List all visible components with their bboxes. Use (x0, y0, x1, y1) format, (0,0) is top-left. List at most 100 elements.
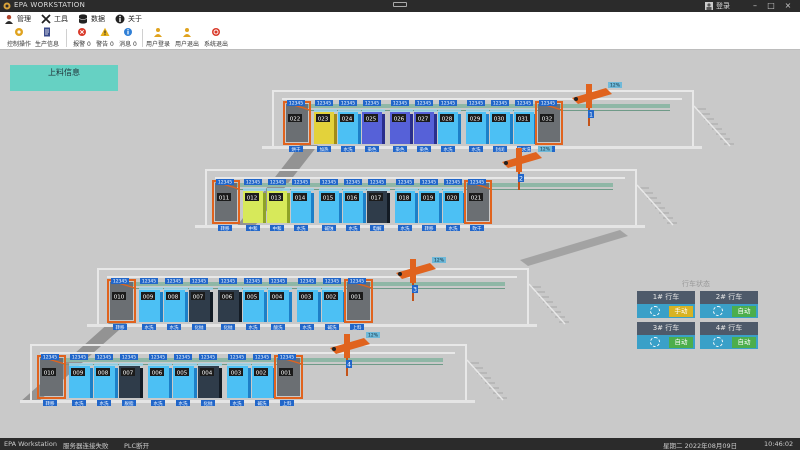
tank-label: 中和 (273, 225, 282, 232)
tank-010[interactable]: 010 12345 转移 (107, 278, 136, 331)
crane-3[interactable]: 3 12% (396, 257, 446, 301)
crane-3-indicator-icon (650, 337, 660, 347)
tank-side (219, 368, 222, 398)
menu-about-label: 关于 (128, 15, 142, 23)
tank-value-text: 12345 (122, 355, 136, 361)
crane-4-label: 4# 行车 (700, 322, 758, 335)
title-grip-handle[interactable] (393, 2, 407, 7)
stair-handrail (466, 359, 504, 401)
tank-label: 吹干 (473, 225, 482, 232)
system-exit-button[interactable]: 系统退出 (203, 27, 229, 48)
close-button[interactable]: × (781, 0, 795, 12)
tank-label: 水洗 (401, 225, 410, 232)
menu-manage[interactable]: 管理 (4, 14, 31, 24)
tank-label: 水洗 (170, 324, 179, 331)
tank-label: 水洗 (444, 146, 453, 153)
tank-value-text: 12345 (350, 279, 364, 285)
tank-value-text: 12345 (422, 180, 436, 186)
tank-top (466, 109, 489, 112)
user-login-button[interactable]: 用户登录 (145, 27, 171, 48)
menu-tools-label: 工具 (54, 15, 68, 23)
tank-top (343, 188, 366, 191)
tank-value-text: 12345 (289, 101, 303, 107)
crane-2-status[interactable]: 2# 行车 自动 (700, 291, 758, 318)
stair-handrail (693, 105, 731, 147)
crane-3-status[interactable]: 3# 行车 自动 (637, 322, 695, 349)
tank-top (243, 188, 266, 191)
tank-021[interactable]: 021 12345 吹干 (464, 179, 492, 232)
tank-side (160, 292, 163, 322)
menu-bar: 管理 工具 数据 关于 (0, 12, 800, 26)
tank-value-text: 12345 (43, 355, 57, 361)
tank-side (264, 292, 267, 322)
tank-side (458, 114, 461, 144)
tank-022[interactable]: 022 12345 烘干 (283, 100, 311, 153)
tank-id: 013 (271, 196, 282, 202)
tank-value-text: 12345 (246, 279, 260, 285)
load-station-body (277, 358, 300, 396)
tank-side (415, 193, 418, 223)
tank-001[interactable]: 001 12345 上料 (344, 278, 373, 331)
frame-post-right (692, 90, 694, 146)
frame-post-left (272, 90, 274, 146)
tank-id: 007 (123, 371, 134, 377)
tank-value-text: 12345 (218, 180, 232, 186)
frame-rail-top (30, 344, 465, 346)
message-button[interactable]: 消息 0 (117, 27, 139, 48)
menu-about[interactable]: 关于 (115, 14, 142, 24)
tank-032[interactable]: 03212345吹干 (535, 100, 563, 153)
crane-wheel (504, 161, 508, 165)
tank-id: 022 (290, 117, 301, 123)
user-login-area[interactable]: 登录 (705, 1, 730, 11)
maximize-button[interactable]: □ (764, 0, 778, 12)
tank-id: 003 (301, 295, 312, 301)
tank-value-text: 12345 (167, 279, 181, 285)
app-logo-icon (3, 2, 11, 10)
tank-value-text: 12345 (97, 355, 111, 361)
status-server-connection: 服务器连接失败 (63, 442, 109, 450)
control-operation-button[interactable]: 控制操作 (7, 27, 31, 48)
alarm-button[interactable]: 报警 0 (71, 27, 93, 48)
tank-id: 031 (518, 117, 529, 123)
load-station-body (286, 104, 308, 142)
crane-1-status[interactable]: 1# 行车 手动 (637, 291, 695, 318)
crane-4-status[interactable]: 4# 行车 自动 (700, 322, 758, 349)
tank-value-text: 12345 (230, 355, 244, 361)
main-view: 022 12345 烘干 023 12345 加热 024 12345 水洗 025 12345 染色… (0, 50, 800, 438)
menu-data[interactable]: 数据 (78, 14, 105, 24)
production-info-button[interactable]: 生产信息 (35, 27, 59, 48)
tank-001[interactable]: 001 12345 上料 (274, 354, 303, 407)
user-logout-button[interactable]: 用户退出 (174, 27, 200, 48)
tank-value-text: 12345 (469, 101, 483, 107)
tank-id: 010 (114, 295, 125, 301)
tank-side (334, 114, 337, 144)
tank-value-text: 12345 (346, 180, 360, 186)
tank-side (434, 114, 437, 144)
frame-rail-top (205, 169, 635, 171)
tank-011[interactable]: 011 12345 转移 (212, 179, 240, 232)
tank-side (339, 193, 342, 223)
tank-value-text: 12345 (470, 180, 484, 186)
control-operation-label: 控制操作 (7, 41, 32, 48)
tank-value-text: 12345 (322, 180, 336, 186)
load-info-button[interactable]: 上料信息 (10, 65, 118, 91)
menu-tools[interactable]: 工具 (41, 14, 68, 24)
tank-label: 水洗 (249, 324, 258, 331)
tank-id: 005 (177, 371, 188, 377)
warning-button[interactable]: 警告 0 (94, 27, 116, 48)
minimize-button[interactable]: – (748, 0, 762, 12)
tank-label: 中和 (249, 225, 258, 232)
tank-010[interactable]: 010 12345 转移 (37, 354, 66, 407)
tank-value-text: 12345 (417, 101, 431, 107)
tank-id: 020 (447, 196, 458, 202)
tank-top (268, 287, 292, 290)
crane-tag-text: 12% (610, 83, 621, 89)
tank-label: 化抛 (224, 324, 233, 331)
tank-id: 009 (143, 295, 154, 301)
toolbar-separator (142, 29, 143, 47)
floor-rail (20, 400, 475, 403)
tank-id: 004 (202, 371, 213, 377)
tank-top (173, 363, 197, 366)
production-info-label: 生产信息 (35, 41, 60, 48)
tank-label: 染色 (420, 146, 429, 153)
